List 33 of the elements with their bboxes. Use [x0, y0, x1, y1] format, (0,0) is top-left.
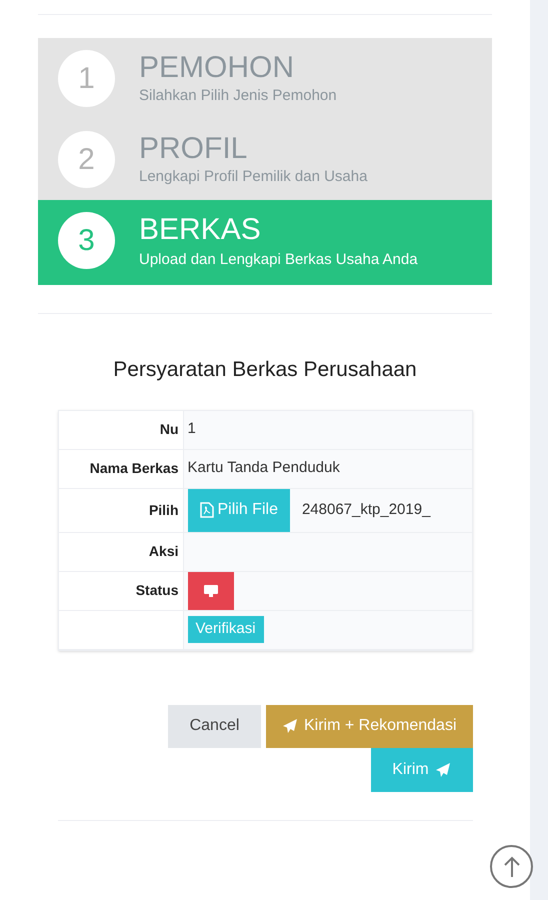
step-item[interactable]: 3 BERKAS Upload dan Lengkapi Berkas Usaha Anda	[38, 200, 492, 285]
step-subtitle: Lengkapi Profil Pemilik dan Usaha	[139, 167, 368, 187]
cancel-button[interactable]: Cancel	[168, 704, 261, 748]
send-icon	[282, 718, 298, 734]
step-item[interactable]: 2 PROFIL Lengkapi Profil Pemilik dan Usaha	[38, 119, 492, 200]
arrow-up-icon	[502, 856, 520, 878]
row-label: Nu	[160, 420, 178, 439]
row-label: Pilih	[148, 500, 178, 520]
scroll-to-top-button[interactable]	[490, 845, 533, 888]
table-cell-text: Kartu Tanda Penduduk	[188, 458, 340, 478]
send-recommendation-button[interactable]: Kirim + Rekomendasi	[266, 704, 472, 748]
step-title: PROFIL	[139, 132, 248, 166]
step-title: BERKAS	[139, 213, 262, 247]
row-label: Status	[136, 581, 178, 600]
row-label: Nama Berkas	[90, 459, 178, 478]
row-label: Aksi	[148, 542, 178, 561]
step-title: PEMOHON	[139, 51, 296, 85]
step-subtitle: Upload dan Lengkapi Berkas Usaha Anda	[139, 250, 418, 270]
choose-file-button[interactable]: Pilih File	[188, 488, 290, 532]
step-item[interactable]: 1 PEMOHON Silahkan Pilih Jenis Pemohon	[38, 38, 492, 119]
section-title: Persyaratan Berkas Perusahaan	[113, 357, 417, 383]
step-subtitle: Silahkan Pilih Jenis Pemohon	[139, 86, 337, 106]
send-button[interactable]: Kirim	[370, 748, 472, 792]
step-number: 2	[58, 131, 115, 188]
table-cell-text: 1	[188, 419, 196, 440]
preview-button[interactable]	[188, 572, 234, 610]
file-name: 248067_ktp_2019_	[302, 500, 430, 520]
send-icon	[434, 762, 451, 778]
monitor-icon	[202, 584, 218, 598]
status-badge: Verifikasi	[188, 616, 264, 643]
pdf-file-icon	[200, 502, 214, 518]
step-number: 3	[58, 212, 115, 269]
step-number: 1	[58, 50, 115, 107]
